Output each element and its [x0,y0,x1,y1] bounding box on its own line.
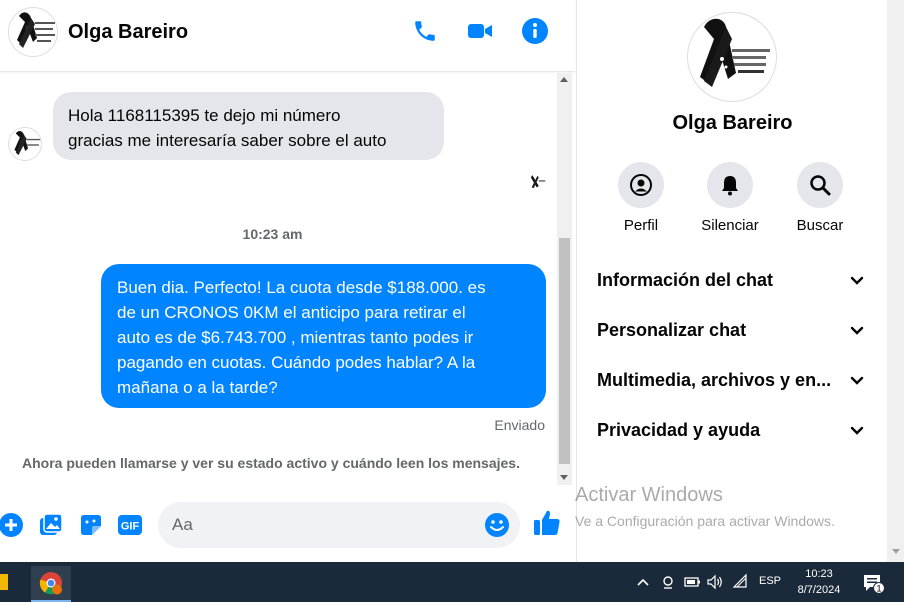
chevron-down-icon [850,326,864,335]
phone-icon [415,21,435,41]
conversation-info-button[interactable] [520,16,550,46]
contact-avatar[interactable] [8,7,58,57]
section-customize-chat[interactable]: Personalizar chat [597,316,873,346]
clock-date: 8/7/2024 [797,584,841,596]
message-line: Hola 1168115395 te dejo mi número [68,106,341,125]
panel-contact-name: Olga Bareiro [672,112,793,134]
message-line: pagando en cuotas. Cuándo podes hablar? … [117,353,476,372]
profile-action-circle [618,162,664,208]
search-button[interactable]: Buscar [775,162,865,234]
message-scrollbar[interactable] [557,73,572,485]
sender-avatar [8,127,42,161]
scroll-down-arrow[interactable] [560,475,568,480]
ribbon-icon [14,130,41,156]
audio-call-button[interactable] [410,16,440,46]
speaker-icon[interactable] [706,573,724,591]
section-media-files[interactable]: Multimedia, archivos y en... [597,366,873,396]
file-explorer-icon[interactable] [0,574,8,590]
chevron-up-icon[interactable] [636,573,650,591]
svg-text:1: 1 [876,584,881,594]
section-title: Información del chat [597,270,774,290]
search-icon [810,175,831,196]
chevron-down-icon [850,426,864,435]
section-privacy-help[interactable]: Privacidad y ayuda [597,416,873,446]
bell-icon [722,176,738,196]
profile-button[interactable]: Perfil [596,162,686,234]
message-list: Hola 1168115395 te dejo mi número gracia… [0,73,558,485]
photo-icon [40,513,63,535]
windows-taskbar: ESP 10:23 8/7/2024 1 [0,562,904,602]
contact-name[interactable]: Olga Bareiro [68,21,188,44]
thumbs-up-icon[interactable] [532,508,562,538]
section-title: Multimedia, archivos y en... [597,370,832,390]
message-status: Enviado [494,417,545,433]
ribbon-icon [530,175,546,189]
ribbon-icon [700,18,770,87]
gif-button[interactable]: GIF [117,512,143,538]
incoming-message-bubble[interactable]: Hola 1168115395 te dejo mi número gracia… [53,92,444,160]
app-window: Olga Bareiro Hola 1168115395 te dejo mi … [0,0,904,602]
chevron-down-icon [850,376,864,385]
section-chat-info[interactable]: Información del chat [597,266,873,296]
chat-pane: Olga Bareiro Hola 1168115395 te dejo mi … [0,0,575,562]
scroll-up-arrow[interactable] [560,77,568,82]
svg-text:GIF: GIF [121,521,140,533]
outgoing-message-bubble[interactable]: Buen dia. Perfecto! La cuota desde $188.… [101,264,546,408]
scroll-down-arrow[interactable] [892,549,900,554]
message-line: gracias me interesaría saber sobre el au… [68,131,387,150]
ribbon-icon [17,12,55,48]
scroll-thumb[interactable] [559,238,570,464]
meet-now-icon[interactable] [660,573,676,591]
panel-contact-avatar[interactable] [687,12,777,102]
sticker-icon [81,515,101,535]
message-composer: GIF [0,490,575,562]
message-timestamp: 10:23 am [242,226,303,242]
message-line: Buen dia. Perfecto! La cuota desde $188.… [117,278,486,297]
conversation-notice: Ahora pueden llamarse y ver su estado ac… [22,455,520,471]
input-language[interactable]: ESP [759,575,781,587]
video-camera-icon [468,24,492,38]
message-line: mañana o a la tarde? [117,378,278,397]
message-input[interactable] [172,513,472,537]
sticker-button[interactable] [78,512,104,538]
message-line: auto es de $6.743.700 , mientras tanto p… [117,328,474,347]
notification-center-icon[interactable]: 1 [862,573,886,595]
system-clock[interactable]: 10:23 8/7/2024 [790,566,848,598]
chrome-icon [39,572,62,595]
clock-time: 10:23 [805,568,833,580]
more-actions-button[interactable] [0,512,24,538]
gif-icon: GIF [118,515,142,535]
emoji-icon[interactable] [484,512,510,538]
chevron-down-icon [850,276,864,285]
chrome-taskbar-button[interactable] [31,566,71,602]
video-call-button[interactable] [465,16,495,46]
section-title: Personalizar chat [597,320,747,340]
wifi-icon[interactable] [732,573,748,591]
chat-header: Olga Bareiro [0,0,575,72]
plus-icon [0,513,23,537]
user-icon [630,174,652,196]
mute-button[interactable]: Silenciar [685,162,775,234]
battery-icon[interactable] [683,573,701,591]
info-icon [522,18,548,44]
conversation-info-panel: Olga Bareiro Perfil Silenciar Buscar Inf… [576,0,887,562]
profile-label: Perfil [623,217,659,234]
attach-photo-button[interactable] [38,512,64,538]
page-scrollbar[interactable] [887,0,904,562]
mute-action-circle [707,162,753,208]
section-title: Privacidad y ayuda [597,420,761,440]
mute-label: Silenciar [701,217,759,234]
search-label: Buscar [796,217,844,234]
read-receipt-avatar [528,173,546,191]
message-line: de un CRONOS 0KM el anticipo para retira… [117,303,466,322]
search-action-circle [797,162,843,208]
message-input-container [158,502,520,548]
